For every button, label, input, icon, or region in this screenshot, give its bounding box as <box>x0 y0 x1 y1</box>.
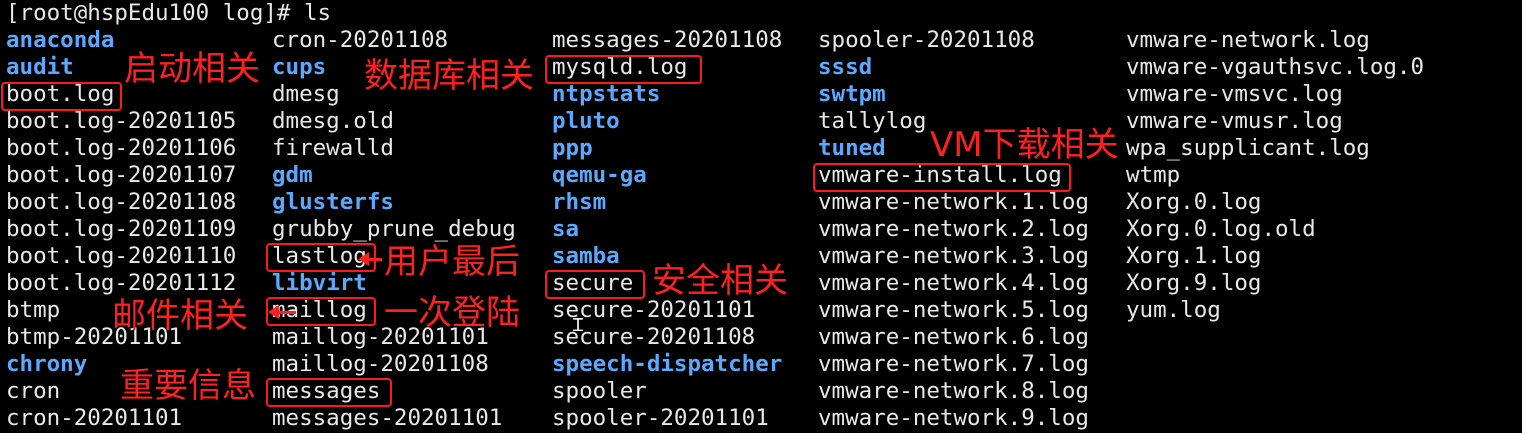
file-entry: vmware-network.9.log <box>818 405 1089 431</box>
file-entry: grubby_prune_debug <box>272 216 516 242</box>
directory-entry: qemu-ga <box>552 162 647 188</box>
shell-prompt-line: [root@hspEdu100 log]# ls <box>6 0 332 26</box>
file-entry: boot.log <box>6 81 115 107</box>
file-entry: yum.log <box>1126 297 1221 323</box>
i-beam-cursor-icon: Ɪ <box>573 315 584 336</box>
file-entry: vmware-install.log <box>818 162 1062 188</box>
file-entry: Xorg.1.log <box>1126 243 1262 269</box>
file-entry: spooler-20201101 <box>552 405 769 431</box>
file-entry: messages <box>272 378 381 404</box>
file-entry: Xorg.0.log <box>1126 189 1262 215</box>
file-entry: boot.log-20201110 <box>6 243 237 269</box>
file-entry: wtmp <box>1126 162 1181 188</box>
file-entry: lastlog <box>272 243 367 269</box>
file-entry: mysqld.log <box>552 54 688 80</box>
file-entry: dmesg.old <box>272 108 394 134</box>
file-entry: boot.log-20201107 <box>6 162 237 188</box>
file-entry: secure <box>552 270 634 296</box>
file-entry: vmware-network.4.log <box>818 270 1089 296</box>
file-entry: vmware-network.3.log <box>818 243 1089 269</box>
annotation-lastlog-line2: 一次登陆 <box>384 293 520 333</box>
directory-entry: samba <box>552 243 620 269</box>
file-entry: boot.log-20201106 <box>6 135 237 161</box>
file-entry: boot.log-20201105 <box>6 108 237 134</box>
file-entry: btmp <box>6 297 61 323</box>
file-entry: Xorg.0.log.old <box>1126 216 1316 242</box>
directory-entry: chrony <box>6 351 88 377</box>
file-entry: boot.log-20201109 <box>6 216 237 242</box>
directory-entry: pluto <box>552 108 620 134</box>
file-entry: tallylog <box>818 108 927 134</box>
directory-entry: glusterfs <box>272 189 394 215</box>
file-entry: dmesg <box>272 81 340 107</box>
directory-entry: cups <box>272 54 327 80</box>
file-entry: spooler <box>552 378 647 404</box>
file-entry: maillog-20201108 <box>272 351 489 377</box>
file-entry: vmware-network.2.log <box>818 216 1089 242</box>
file-entry: boot.log-20201112 <box>6 270 237 296</box>
annotation-messages: 重要信息 <box>120 366 256 406</box>
file-entry: messages-20201108 <box>552 27 783 53</box>
directory-entry: sssd <box>818 54 873 80</box>
directory-entry: anaconda <box>6 27 115 53</box>
directory-entry: ppp <box>552 135 593 161</box>
directory-entry: speech-dispatcher <box>552 351 783 377</box>
file-entry: vmware-vmusr.log <box>1126 108 1343 134</box>
file-entry: vmware-network.6.log <box>818 324 1089 350</box>
directory-entry: gdm <box>272 162 313 188</box>
file-entry: vmware-vgauthsvc.log.0 <box>1126 54 1425 80</box>
file-entry: cron-20201108 <box>272 27 449 53</box>
file-entry: vmware-network.5.log <box>818 297 1089 323</box>
file-entry: vmware-network.8.log <box>818 378 1089 404</box>
directory-entry: tuned <box>818 135 886 161</box>
directory-entry: libvirt <box>272 270 367 296</box>
annotation-boot: 启动相关 <box>124 49 260 89</box>
file-entry: vmware-network.log <box>1126 27 1370 53</box>
annotation-mail: 邮件相关 <box>112 296 248 336</box>
arrow-lastlog <box>358 252 382 266</box>
terminal-window[interactable]: [root@hspEdu100 log]# ls anaconda audit bo… <box>0 0 1522 433</box>
file-entry: spooler-20201108 <box>818 27 1035 53</box>
annotation-vm: VM下载相关 <box>930 125 1119 165</box>
file-entry: vmware-vmsvc.log <box>1126 81 1343 107</box>
directory-entry: ntpstats <box>552 81 661 107</box>
directory-entry: audit <box>6 54 74 80</box>
annotation-lastlog-line1: 用户最后 <box>384 242 520 282</box>
arrow-maillog <box>268 305 296 319</box>
file-entry: messages-20201101 <box>272 405 503 431</box>
file-entry: vmware-network.1.log <box>818 189 1089 215</box>
file-entry: boot.log-20201108 <box>6 189 237 215</box>
directory-entry: sa <box>552 216 580 242</box>
file-entry: cron <box>6 378 61 404</box>
annotation-secure: 安全相关 <box>652 261 788 301</box>
directory-entry: rhsm <box>552 189 607 215</box>
file-entry: vmware-network.7.log <box>818 351 1089 377</box>
annotation-mysql: 数据库相关 <box>364 56 534 96</box>
file-entry: firewalld <box>272 135 394 161</box>
directory-entry: swtpm <box>818 81 886 107</box>
file-entry: wpa_supplicant.log <box>1126 135 1370 161</box>
file-entry: Xorg.9.log <box>1126 270 1262 296</box>
file-entry: cron-20201101 <box>6 405 183 431</box>
